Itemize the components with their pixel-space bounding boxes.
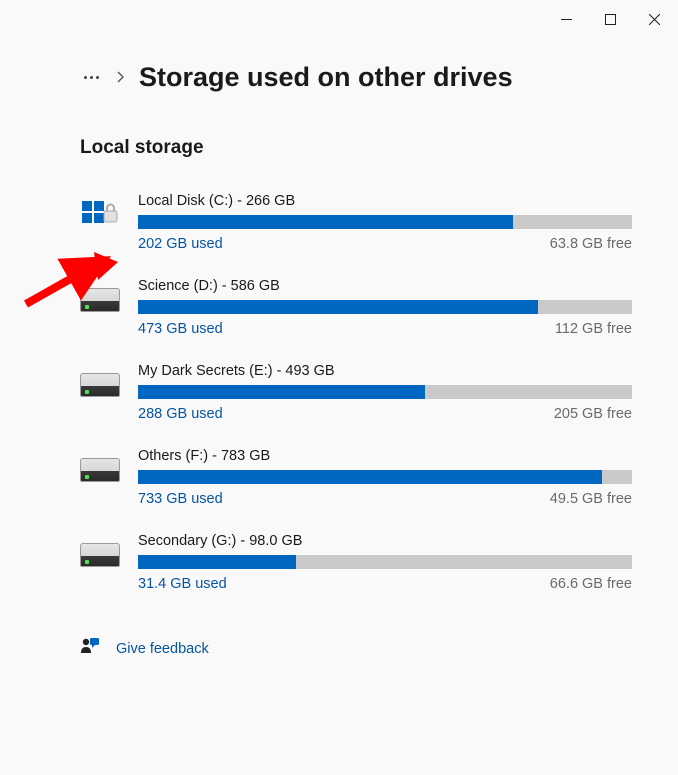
drive-title: Science (D:) - 586 GB	[138, 278, 632, 294]
free-label: 66.6 GB free	[550, 576, 632, 592]
hdd-icon	[80, 365, 120, 405]
used-label: 473 GB used	[138, 321, 223, 337]
usage-bar-fill	[138, 300, 538, 314]
drive-title: Secondary (G:) - 98.0 GB	[138, 533, 632, 549]
drive-title: Local Disk (C:) - 266 GB	[138, 193, 632, 209]
free-label: 63.8 GB free	[550, 236, 632, 252]
free-label: 112 GB free	[555, 321, 632, 337]
usage-bar-fill	[138, 470, 602, 484]
usage-bar-fill	[138, 385, 425, 399]
usage-bar	[138, 300, 632, 314]
hdd-icon	[80, 535, 120, 575]
hdd-icon	[80, 280, 120, 320]
usage-bar	[138, 215, 632, 229]
drive-row[interactable]: Secondary (G:) - 98.0 GB 31.4 GB used 66…	[80, 533, 632, 592]
breadcrumb-overflow-icon[interactable]	[80, 72, 103, 83]
drive-list: Local Disk (C:) - 266 GB 202 GB used 63.…	[80, 193, 632, 592]
used-label: 288 GB used	[138, 406, 223, 422]
give-feedback-link[interactable]: Give feedback	[80, 636, 632, 661]
used-label: 202 GB used	[138, 236, 223, 252]
drive-title: Others (F:) - 783 GB	[138, 448, 632, 464]
breadcrumb: Storage used on other drives	[80, 62, 632, 93]
drive-row[interactable]: Science (D:) - 586 GB 473 GB used 112 GB…	[80, 278, 632, 337]
usage-bar	[138, 555, 632, 569]
hdd-icon	[80, 450, 120, 490]
free-label: 205 GB free	[554, 406, 632, 422]
used-label: 31.4 GB used	[138, 576, 227, 592]
maximize-button[interactable]	[588, 4, 632, 34]
usage-bar	[138, 470, 632, 484]
usage-bar-fill	[138, 555, 296, 569]
drive-row[interactable]: My Dark Secrets (E:) - 493 GB 288 GB use…	[80, 363, 632, 422]
drive-title: My Dark Secrets (E:) - 493 GB	[138, 363, 632, 379]
chevron-right-icon	[117, 70, 125, 86]
drive-row[interactable]: Others (F:) - 783 GB 733 GB used 49.5 GB…	[80, 448, 632, 507]
drive-row[interactable]: Local Disk (C:) - 266 GB 202 GB used 63.…	[80, 193, 632, 252]
free-label: 49.5 GB free	[550, 491, 632, 507]
usage-bar	[138, 385, 632, 399]
system-drive-icon	[80, 195, 120, 235]
feedback-label: Give feedback	[116, 641, 209, 657]
feedback-icon	[80, 636, 100, 661]
usage-bar-fill	[138, 215, 513, 229]
minimize-button[interactable]	[544, 4, 588, 34]
used-label: 733 GB used	[138, 491, 223, 507]
page-title: Storage used on other drives	[139, 62, 513, 93]
close-button[interactable]	[632, 4, 676, 34]
section-heading-local-storage: Local storage	[80, 137, 632, 159]
window-titlebar	[0, 0, 678, 38]
